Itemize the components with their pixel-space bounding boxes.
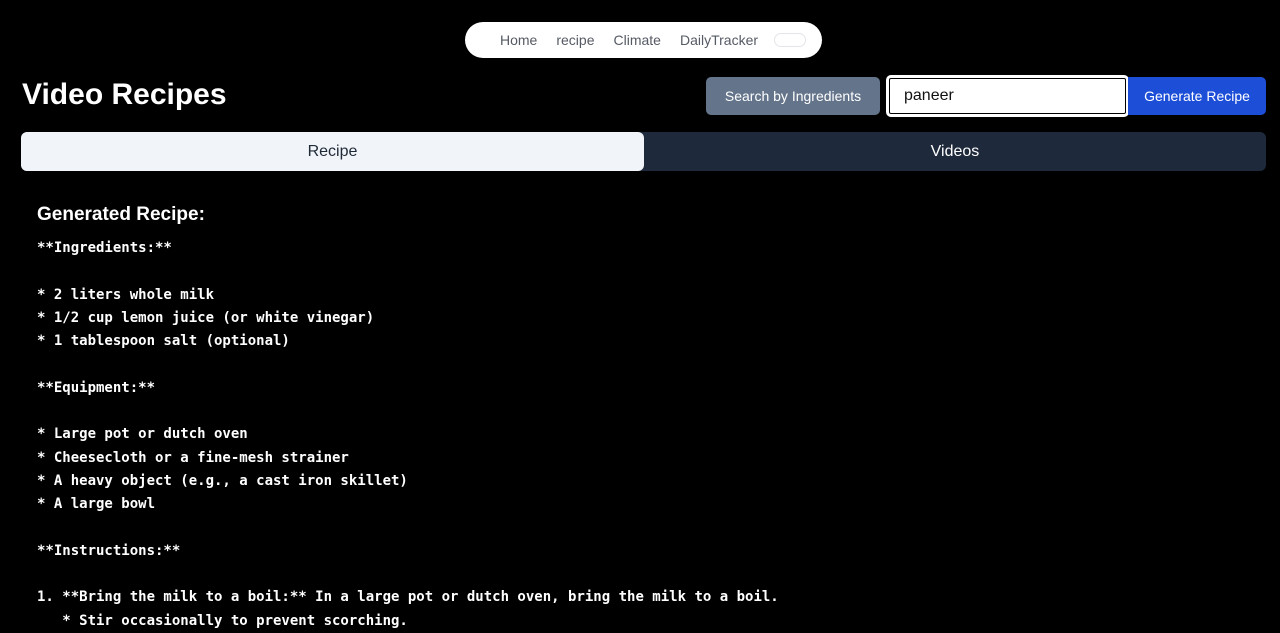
generate-recipe-button[interactable]: Generate Recipe bbox=[1128, 77, 1266, 115]
recipe-heading: Generated Recipe: bbox=[37, 204, 205, 225]
nav-link-recipe[interactable]: recipe bbox=[556, 32, 594, 48]
search-by-ingredients-button[interactable]: Search by Ingredients bbox=[706, 77, 880, 115]
tab-list: Recipe Videos bbox=[21, 132, 1266, 171]
nav-link-dailytracker[interactable]: DailyTracker bbox=[680, 32, 758, 48]
top-nav: Home recipe Climate DailyTracker bbox=[465, 22, 822, 58]
page-title: Video Recipes bbox=[22, 78, 227, 111]
nav-link-climate[interactable]: Climate bbox=[614, 32, 661, 48]
theme-toggle[interactable] bbox=[774, 33, 807, 47]
nav-link-home[interactable]: Home bbox=[500, 32, 537, 48]
tab-videos[interactable]: Videos bbox=[644, 132, 1266, 171]
tab-recipe[interactable]: Recipe bbox=[21, 132, 644, 171]
search-input[interactable] bbox=[886, 75, 1129, 117]
recipe-text: **Ingredients:** * 2 liters whole milk *… bbox=[37, 240, 779, 629]
